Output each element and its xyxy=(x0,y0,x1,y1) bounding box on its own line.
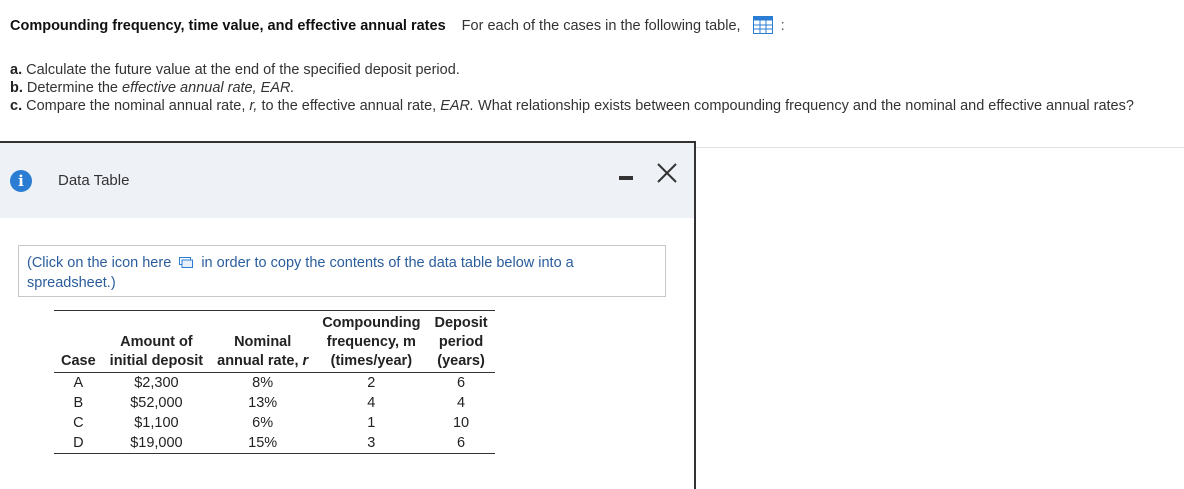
table-grid-icon[interactable] xyxy=(752,16,773,38)
question-header: Compounding frequency, time value, and e… xyxy=(10,16,785,38)
cell-rate: 15% xyxy=(210,433,316,454)
data-table-modal: i Data Table (Click on the icon here in … xyxy=(0,141,696,489)
part-a-text: Calculate the future value at the end of… xyxy=(26,62,460,78)
part-c: c. Compare the nominal annual rate, r, t… xyxy=(10,97,1175,115)
cell-case: A xyxy=(73,375,84,391)
cell-case: D xyxy=(54,433,103,454)
table-row: A $2,300 8% 2 6 xyxy=(54,373,495,394)
cell-frequency: 2 xyxy=(367,375,376,391)
cell-period: 6 xyxy=(427,433,495,454)
part-b-text: Determine the xyxy=(26,80,123,96)
cell-frequency: 4 xyxy=(367,395,376,411)
col-nominal: Nominal annual rate, r xyxy=(210,310,316,373)
cell-period: 10 xyxy=(452,415,470,431)
question-parts: a. Calculate the future value at the end… xyxy=(10,61,1175,115)
cell-amount: $52,000 xyxy=(130,395,183,411)
col-case: Case xyxy=(54,310,103,373)
data-table: Case Amount of initial deposit Nominal ann… xyxy=(54,310,495,454)
part-c-text-1: Compare the nominal annual rate, xyxy=(26,98,250,114)
col-deposit-period: Deposit period (years) xyxy=(427,310,495,373)
part-c-letter: c. xyxy=(10,98,23,114)
part-c-italic-ear: EAR. xyxy=(440,98,475,114)
table-header-row: Case Amount of initial deposit Nominal ann… xyxy=(54,310,495,373)
cell-rate: 6% xyxy=(252,415,274,431)
modal-title: Data Table xyxy=(58,172,130,189)
col-compounding: Compounding frequency, m (times/year) xyxy=(315,310,428,373)
cell-period: 4 xyxy=(457,395,466,411)
cell-frequency: 3 xyxy=(315,433,428,454)
part-c-text-3: What relationship exists between compoun… xyxy=(474,98,1134,114)
cell-amount: $2,300 xyxy=(134,375,179,391)
table-row: D $19,000 15% 3 6 xyxy=(54,433,495,454)
info-icon: i xyxy=(10,170,32,192)
part-a: a. Calculate the future value at the end… xyxy=(10,61,1175,79)
part-b-letter: b. xyxy=(10,80,23,96)
cell-rate: 8% xyxy=(252,375,274,391)
minimize-icon[interactable] xyxy=(619,176,633,180)
col-amount: Amount of initial deposit xyxy=(102,310,211,373)
modal-header: i Data Table xyxy=(0,143,694,218)
cell-case: B xyxy=(73,395,84,411)
intro-text: For each of the cases in the following t… xyxy=(461,18,741,34)
cell-period: 6 xyxy=(457,375,466,391)
close-icon[interactable] xyxy=(655,161,679,185)
table-row: C $1,100 6% 1 10 xyxy=(54,413,495,433)
part-b-italic: effective annual rate, EAR. xyxy=(122,80,295,96)
cell-frequency: 1 xyxy=(367,415,376,431)
table-row: B $52,000 13% 4 4 xyxy=(54,393,495,413)
cell-rate: 13% xyxy=(248,395,278,411)
copy-icon[interactable] xyxy=(179,255,194,274)
divider xyxy=(696,147,1184,148)
part-a-letter: a. xyxy=(10,62,23,78)
colon: : xyxy=(780,18,785,34)
copy-note-text-1: (Click on the icon here xyxy=(27,255,172,271)
question-title: Compounding frequency, time value, and e… xyxy=(10,18,446,34)
part-b: b. Determine the effective annual rate, … xyxy=(10,79,1175,97)
cell-amount: $19,000 xyxy=(102,433,211,454)
copy-note: (Click on the icon here in order to copy… xyxy=(18,245,666,297)
cell-amount: $1,100 xyxy=(134,415,179,431)
cell-case: C xyxy=(73,415,84,431)
part-c-text-2: to the effective annual rate, xyxy=(257,98,441,114)
